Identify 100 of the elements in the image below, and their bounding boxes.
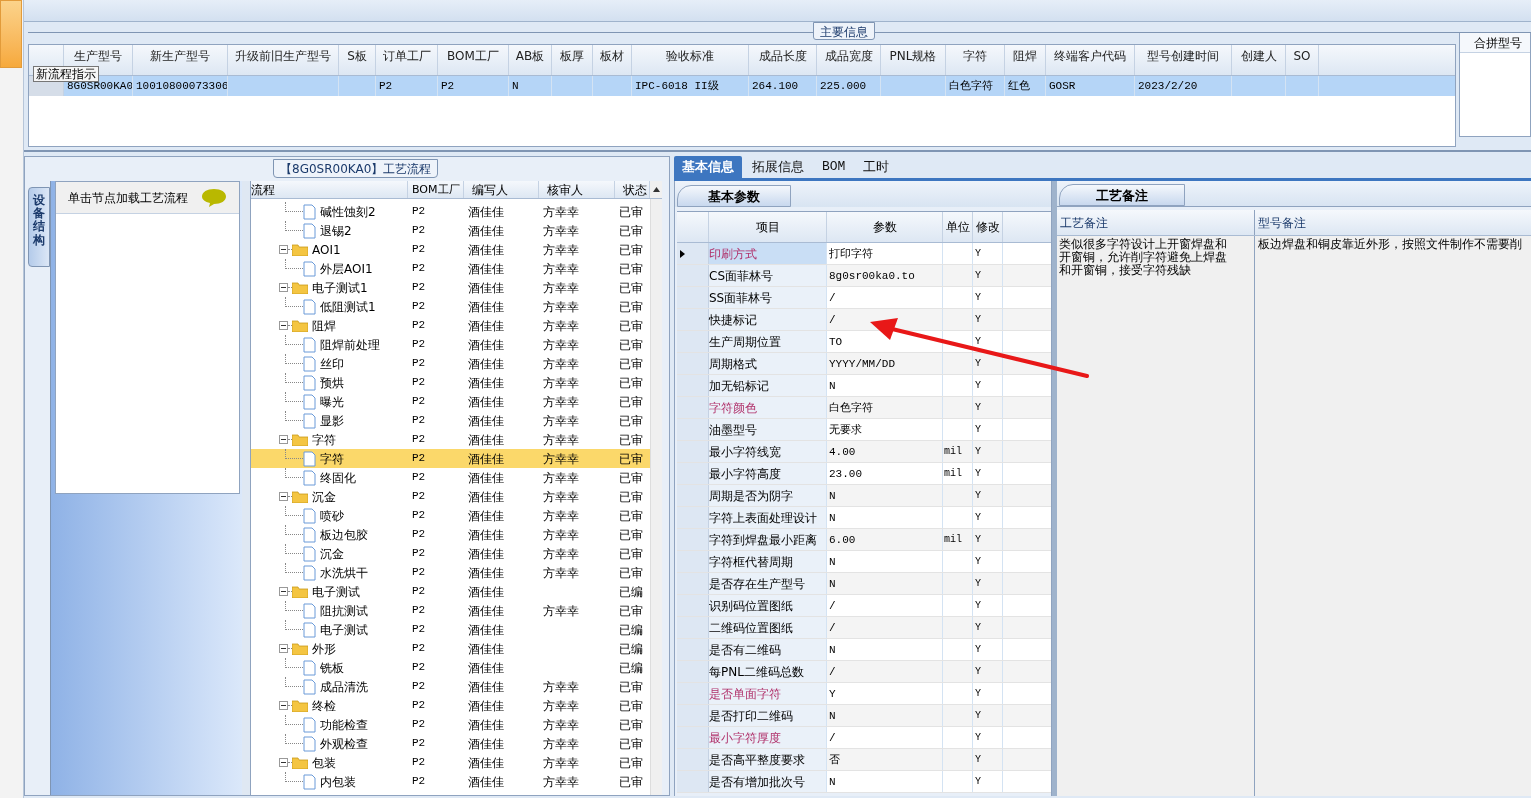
collapse-icon[interactable] (279, 644, 288, 653)
param-row[interactable]: 是否打印二维码 N Y (677, 705, 1051, 727)
tree-row[interactable]: 沉金 P2 酒佳佳 方幸幸 已审 (251, 544, 650, 563)
tree-row[interactable]: 丝印 P2 酒佳佳 方幸幸 已审 (251, 354, 650, 373)
tree-row[interactable]: 阻焊前处理 P2 酒佳佳 方幸幸 已审 (251, 335, 650, 354)
tab[interactable]: 工艺备注 (1059, 184, 1185, 206)
column-header[interactable]: 字符 (946, 45, 1005, 75)
collapse-icon[interactable] (279, 701, 288, 710)
column-header[interactable]: SO (1286, 45, 1319, 75)
scrollbar[interactable] (650, 199, 662, 795)
column-header[interactable]: 新生产型号 (133, 45, 228, 75)
tree-row[interactable]: 外形 P2 酒佳佳 已编 (251, 639, 650, 658)
column-header[interactable]: 板厚 (552, 45, 593, 75)
tree-row[interactable]: 外层AOI1 P2 酒佳佳 方幸幸 已审 (251, 259, 650, 278)
param-row[interactable]: 每PNL二维码总数 / Y (677, 661, 1051, 683)
tree-row[interactable]: 阻抗测试 P2 酒佳佳 方幸幸 已审 (251, 601, 650, 620)
tree-row[interactable]: 沉金 P2 酒佳佳 方幸幸 已审 (251, 487, 650, 506)
collapse-icon[interactable] (279, 492, 288, 501)
tree-row[interactable]: 终检 P2 酒佳佳 方幸幸 已审 (251, 696, 650, 715)
column-header[interactable]: BOM工厂 (408, 181, 464, 198)
column-header[interactable]: 阻焊 (1005, 45, 1046, 75)
collapse-icon[interactable] (279, 321, 288, 330)
column-header[interactable]: 型号备注 (1255, 210, 1531, 235)
param-row[interactable]: 是否存在生产型号 N Y (677, 573, 1051, 595)
collapse-icon[interactable] (279, 283, 288, 292)
column-header[interactable]: 核审人 (539, 181, 615, 198)
column-header[interactable]: 成品长度 (749, 45, 817, 75)
tab[interactable]: 拓展信息 (744, 156, 812, 178)
tree-row[interactable]: 内包装 P2 酒佳佳 方幸幸 已审 (251, 772, 650, 791)
tree-row[interactable]: 包装 P2 酒佳佳 方幸幸 已审 (251, 753, 650, 772)
collapse-icon[interactable] (279, 758, 288, 767)
side-tab[interactable]: 设备结构 (28, 187, 50, 267)
column-header[interactable]: 项目 (709, 212, 827, 242)
tree-row[interactable]: 字符 P2 酒佳佳 方幸幸 已审 (251, 430, 650, 449)
scroll-up-button[interactable] (650, 181, 662, 198)
collapse-icon[interactable] (279, 245, 288, 254)
tree-row[interactable]: 退锡2 P2 酒佳佳 方幸幸 已审 (251, 221, 650, 240)
tab[interactable]: 基本信息 (674, 156, 742, 178)
param-row[interactable]: 最小字符厚度 / Y (677, 727, 1051, 749)
param-row[interactable]: 快捷标记 / Y (677, 309, 1051, 331)
column-header[interactable]: 编写人 (464, 181, 539, 198)
param-row[interactable]: 油墨型号 无要求 Y (677, 419, 1051, 441)
tree-row[interactable]: 预烘 P2 酒佳佳 方幸幸 已审 (251, 373, 650, 392)
tree-row[interactable]: 电子测试 P2 酒佳佳 已编 (251, 582, 650, 601)
param-row[interactable]: SS面菲林号 / Y (677, 287, 1051, 309)
param-row[interactable]: 周期是否为阴字 N Y (677, 485, 1051, 507)
column-header[interactable]: AB板 (509, 45, 552, 75)
tree-row[interactable]: 显影 P2 酒佳佳 方幸幸 已审 (251, 411, 650, 430)
param-row[interactable]: 二维码位置图纸 / Y (677, 617, 1051, 639)
param-row[interactable]: 是否单面字符 Y Y (677, 683, 1051, 705)
tab[interactable]: 工时 (855, 156, 898, 178)
param-row[interactable]: 是否有二维码 N Y (677, 639, 1051, 661)
tree-row[interactable]: 外观检查 P2 酒佳佳 方幸幸 已审 (251, 734, 650, 753)
param-row[interactable]: 是否高平整度要求 否 Y (677, 749, 1051, 771)
tree-row[interactable]: 终固化 P2 酒佳佳 方幸幸 已审 (251, 468, 650, 487)
param-row[interactable]: 最小字符线宽 4.00 mil Y (677, 441, 1051, 463)
column-header[interactable]: 验收标准 (632, 45, 749, 75)
param-row[interactable]: 最小字符高度 23.00 mil Y (677, 463, 1051, 485)
column-header[interactable]: 终端客户代码 (1046, 45, 1135, 75)
param-row[interactable]: 字符到焊盘最小距离 6.00 mil Y (677, 529, 1051, 551)
param-row[interactable]: 印刷方式 打印字符 Y (677, 243, 1051, 265)
column-header[interactable]: 升级前旧生产型号 (228, 45, 339, 75)
column-header[interactable]: 工艺备注 (1057, 210, 1255, 235)
tree-row[interactable]: 字符 P2 酒佳佳 方幸幸 已审 (251, 449, 650, 468)
param-row[interactable]: 周期格式 YYYY/MM/DD Y (677, 353, 1051, 375)
tree-row[interactable]: 电子测试1 P2 酒佳佳 方幸幸 已审 (251, 278, 650, 297)
tree-row[interactable]: 铣板 P2 酒佳佳 已编 (251, 658, 650, 677)
column-header[interactable]: 型号创建时间 (1135, 45, 1232, 75)
column-header[interactable]: 流程 (251, 181, 408, 198)
tree-row[interactable]: 板边包胶 P2 酒佳佳 方幸幸 已审 (251, 525, 650, 544)
tab[interactable]: 基本参数 (677, 185, 791, 207)
column-header[interactable]: 参数 (827, 212, 943, 242)
tab[interactable]: BOM (814, 156, 854, 178)
tree-row[interactable]: 喷砂 P2 酒佳佳 方幸幸 已审 (251, 506, 650, 525)
column-header[interactable]: PNL规格 (881, 45, 946, 75)
param-row[interactable]: 字符上表面处理设计 N Y (677, 507, 1051, 529)
column-header[interactable]: S板 (339, 45, 376, 75)
column-header[interactable]: 创建人 (1232, 45, 1286, 75)
collapse-icon[interactable] (279, 587, 288, 596)
param-row[interactable]: CS面菲林号 8g0sr00ka0.to Y (677, 265, 1051, 287)
param-row[interactable]: 是否有增加批次号 N Y (677, 771, 1051, 793)
collapse-icon[interactable] (279, 435, 288, 444)
param-row[interactable]: 字符颜色 白色字符 Y (677, 397, 1051, 419)
tree-row[interactable]: 水洗烘干 P2 酒佳佳 方幸幸 已审 (251, 563, 650, 582)
tree-row[interactable]: 碱性蚀刻2 P2 酒佳佳 方幸幸 已审 (251, 202, 650, 221)
tree-row[interactable]: 成品清洗 P2 酒佳佳 方幸幸 已审 (251, 677, 650, 696)
param-row[interactable]: 识别码位置图纸 / Y (677, 595, 1051, 617)
param-row[interactable]: 字符框代替周期 N Y (677, 551, 1051, 573)
column-header[interactable]: 板材 (593, 45, 632, 75)
tree-row[interactable]: 曝光 P2 酒佳佳 方幸幸 已审 (251, 392, 650, 411)
tree-row[interactable]: 功能检查 P2 酒佳佳 方幸幸 已审 (251, 715, 650, 734)
column-header[interactable]: 单位 (943, 212, 973, 242)
tree-row[interactable]: 阻焊 P2 酒佳佳 方幸幸 已审 (251, 316, 650, 335)
column-header[interactable]: 成品宽度 (817, 45, 881, 75)
column-header[interactable]: 修改 (973, 212, 1003, 242)
tree-row[interactable]: 低阻测试1 P2 酒佳佳 方幸幸 已审 (251, 297, 650, 316)
tree-row[interactable]: 电子测试 P2 酒佳佳 已编 (251, 620, 650, 639)
column-header[interactable]: 订单工厂 (376, 45, 438, 75)
param-row[interactable]: 生产周期位置 TO Y (677, 331, 1051, 353)
tree-row[interactable]: AOI1 P2 酒佳佳 方幸幸 已审 (251, 240, 650, 259)
